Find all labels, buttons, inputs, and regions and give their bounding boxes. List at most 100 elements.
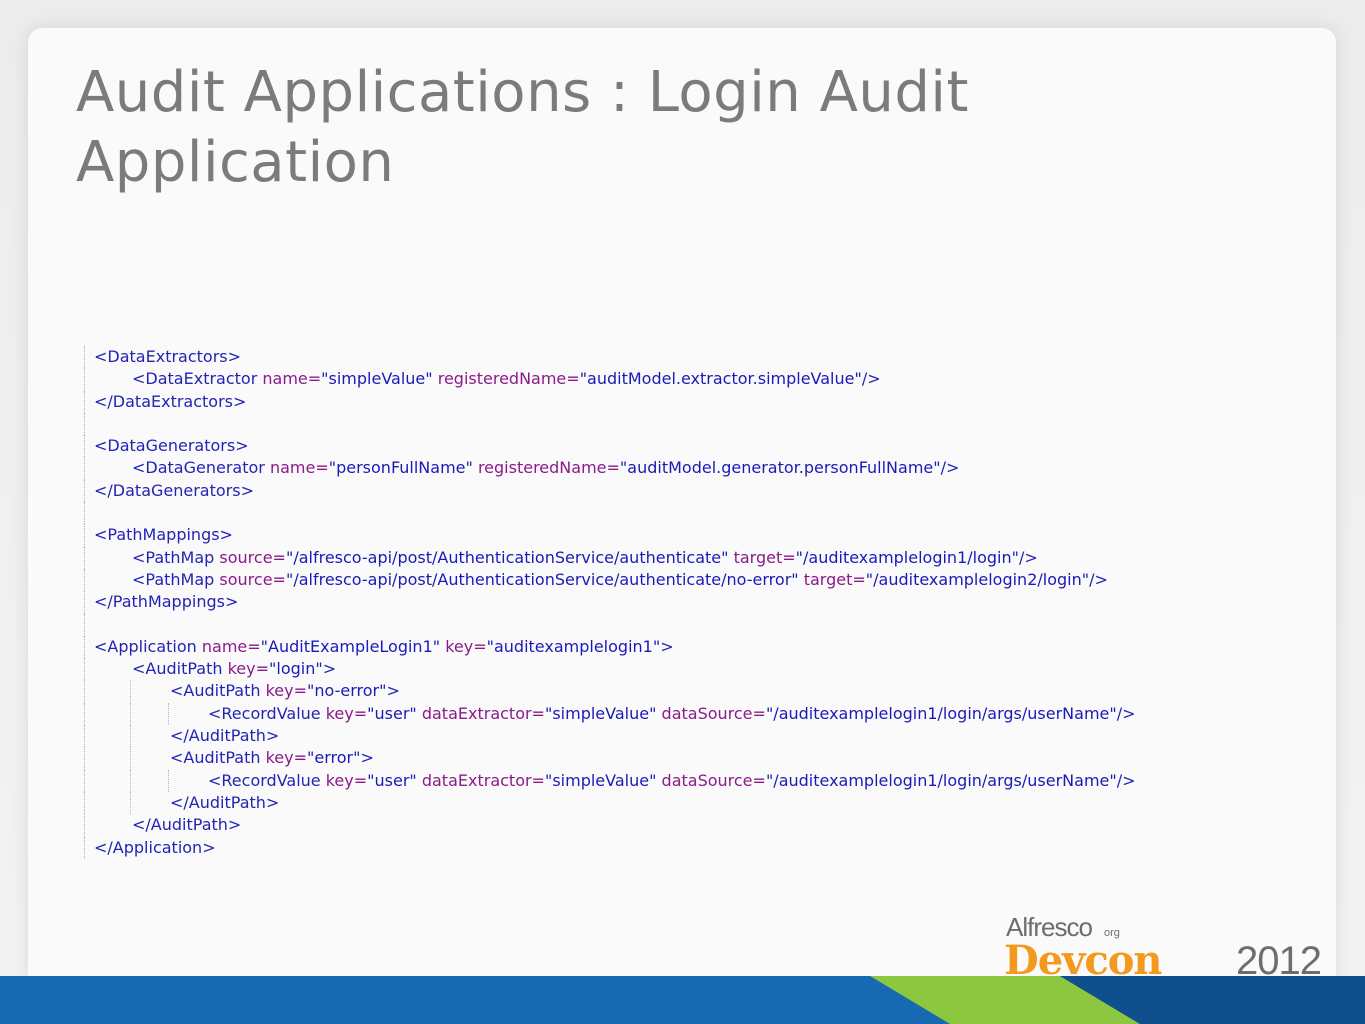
xml-attr-token: registeredName= bbox=[477, 458, 620, 478]
xml-value-token: "/alfresco-api/post/AuthenticationServic… bbox=[285, 547, 734, 567]
code-line-content: </Application> bbox=[94, 837, 216, 859]
xml-value-token: "user" bbox=[367, 703, 422, 723]
xml-value-token: "/auditexamplelogin2/login" bbox=[865, 569, 1090, 589]
indent-guide bbox=[84, 546, 85, 569]
xml-attr-token: target= bbox=[733, 547, 796, 567]
xml-tag-token: > bbox=[360, 748, 374, 768]
code-line-content: <PathMappings> bbox=[94, 524, 233, 546]
indent-guide bbox=[84, 412, 85, 436]
xml-attr-token: name= bbox=[262, 369, 322, 389]
code-line-content: </DataExtractors> bbox=[94, 391, 246, 413]
indent-guide bbox=[130, 769, 131, 792]
xml-tag-token: <AuditPath bbox=[170, 681, 266, 701]
xml-value-token: "auditModel.extractor.simpleValue" bbox=[579, 369, 862, 389]
code-line-content: </AuditPath> bbox=[170, 792, 279, 814]
xml-attr-token: name= bbox=[269, 458, 329, 478]
indent-guide bbox=[84, 791, 85, 815]
indent-guide bbox=[130, 680, 131, 703]
xml-tag-token: </AuditPath> bbox=[170, 726, 280, 746]
xml-attr-token: name= bbox=[201, 636, 261, 656]
xml-tag-token: <DataExtractor bbox=[132, 369, 263, 389]
xml-tag-token: > bbox=[386, 681, 400, 701]
code-line-content: <DataExtractor name="simpleValue" regist… bbox=[132, 368, 881, 390]
xml-tag-token: </DataGenerators> bbox=[94, 480, 254, 500]
xml-tag-token: /> bbox=[861, 369, 881, 389]
code-line-content: <DataExtractors> bbox=[94, 346, 241, 368]
code-line-content: </DataGenerators> bbox=[94, 480, 254, 502]
xml-attr-token: dataExtractor= bbox=[421, 703, 545, 723]
xml-tag-token: </DataExtractors> bbox=[94, 391, 247, 411]
indent-guide bbox=[84, 747, 85, 770]
xml-tag-token: /> bbox=[1089, 569, 1108, 589]
xml-value-token: "/auditexamplelogin1/login" bbox=[795, 547, 1019, 567]
xml-value-token: "/alfresco-api/post/AuthenticationServic… bbox=[285, 569, 804, 589]
xml-value-token: "user" bbox=[367, 770, 422, 790]
code-line-content: </PathMappings> bbox=[94, 591, 238, 613]
xml-tag-token: <RecordValue bbox=[208, 770, 326, 790]
indent-guide bbox=[84, 658, 85, 681]
xml-tag-token: </AuditPath> bbox=[132, 815, 242, 835]
indent-guide bbox=[84, 568, 85, 592]
xml-tag-token: <PathMap bbox=[132, 547, 220, 567]
xml-value-token: "simpleValue" bbox=[321, 369, 438, 389]
xml-attr-token: dataExtractor= bbox=[421, 770, 545, 790]
xml-value-token: "AuditExampleLogin1" bbox=[260, 636, 446, 656]
code-line-content: <AuditPath key="login"> bbox=[132, 658, 336, 680]
xml-value-token: "simpleValue" bbox=[544, 703, 662, 723]
xml-tag-token: </AuditPath> bbox=[170, 792, 280, 812]
code-line-content: <RecordValue key="user" dataExtractor="s… bbox=[208, 770, 1136, 792]
xml-tag-token: <RecordValue bbox=[208, 703, 326, 723]
xml-value-token: "/auditexamplelogin1/login/args/userName… bbox=[765, 703, 1117, 723]
indent-guide bbox=[84, 635, 85, 659]
indent-guide bbox=[84, 390, 85, 413]
indent-guide bbox=[84, 457, 85, 480]
xml-attr-token: key= bbox=[265, 681, 308, 701]
indent-guide bbox=[84, 725, 85, 748]
xml-tag-token: </PathMappings> bbox=[94, 592, 239, 612]
xml-value-token: "simpleValue" bbox=[544, 770, 662, 790]
footer-band bbox=[0, 976, 1365, 1024]
xml-attr-token: dataSource= bbox=[661, 770, 766, 790]
alfresco-devcon-logo: Alfresco org Devcon 2012 bbox=[1004, 912, 1322, 980]
code-line-content: <Application name="AuditExampleLogin1" k… bbox=[94, 636, 674, 658]
indent-guide bbox=[84, 502, 85, 525]
code-line-content: </AuditPath> bbox=[170, 725, 279, 747]
xml-tag-token: <Application bbox=[94, 636, 202, 656]
xml-tag-token: <DataGenerators> bbox=[94, 436, 249, 456]
xml-attr-token: key= bbox=[445, 636, 487, 656]
indent-guide bbox=[130, 702, 131, 726]
xml-attr-token: key= bbox=[325, 703, 368, 723]
code-line-content: <AuditPath key="no-error"> bbox=[170, 680, 400, 702]
xml-tag-token: /> bbox=[940, 458, 960, 478]
indent-guide bbox=[84, 680, 85, 703]
xml-tag-token: /> bbox=[1116, 703, 1136, 723]
xml-tag-token: > bbox=[660, 636, 674, 656]
indent-guide bbox=[84, 435, 85, 458]
indent-guide bbox=[168, 769, 169, 792]
xml-attr-token: source= bbox=[219, 569, 286, 589]
xml-attr-token: target= bbox=[803, 569, 866, 589]
code-line-content: <RecordValue key="user" dataExtractor="s… bbox=[208, 703, 1136, 725]
xml-value-token: "no-error" bbox=[307, 681, 387, 701]
indent-guide bbox=[168, 702, 169, 726]
indent-guide bbox=[84, 479, 85, 503]
xml-attr-token: key= bbox=[265, 748, 308, 768]
code-line-content: <DataGenerator name="personFullName" reg… bbox=[132, 457, 959, 479]
xml-value-token: "personFullName" bbox=[328, 458, 478, 478]
xml-tag-token: <AuditPath bbox=[170, 748, 266, 768]
xml-attr-token: registeredName= bbox=[437, 369, 580, 389]
xml-tag-token: </Application> bbox=[94, 837, 216, 857]
xml-tag-token: /> bbox=[1018, 547, 1038, 567]
indent-guide bbox=[84, 591, 85, 614]
code-line-content: <AuditPath key="error"> bbox=[170, 747, 374, 769]
indent-guide bbox=[84, 524, 85, 547]
logo-event-text: Devcon bbox=[1004, 937, 1162, 980]
indent-guide bbox=[84, 814, 85, 837]
code-line-content: </AuditPath> bbox=[132, 814, 241, 836]
indent-guide bbox=[130, 725, 131, 748]
xml-tag-token: <DataGenerator bbox=[132, 458, 270, 478]
xml-tag-token: > bbox=[322, 659, 337, 679]
indent-guide bbox=[84, 613, 85, 636]
indent-guide bbox=[84, 346, 85, 369]
xml-attr-token: key= bbox=[227, 659, 270, 679]
